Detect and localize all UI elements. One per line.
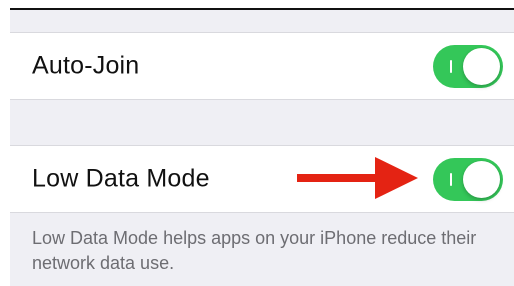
red-arrow-icon (297, 157, 418, 199)
toggle-knob (463, 48, 500, 85)
low-data-mode-description: Low Data Mode helps apps on your iPhone … (32, 228, 477, 273)
settings-screen: Auto-Join Low Data Mode Low Data Mode he… (0, 0, 514, 286)
auto-join-label: Auto-Join (32, 51, 140, 80)
low-data-mode-label: Low Data Mode (32, 164, 210, 193)
auto-join-row[interactable]: Auto-Join (10, 32, 514, 100)
toggle-on-indicator-icon (450, 173, 452, 186)
top-margin (0, 0, 514, 6)
toggle-on-indicator-icon (450, 60, 452, 73)
low-data-mode-toggle[interactable] (433, 158, 503, 201)
low-data-mode-row[interactable]: Low Data Mode (10, 145, 514, 213)
toggle-knob (463, 161, 500, 198)
auto-join-toggle[interactable] (433, 45, 503, 88)
